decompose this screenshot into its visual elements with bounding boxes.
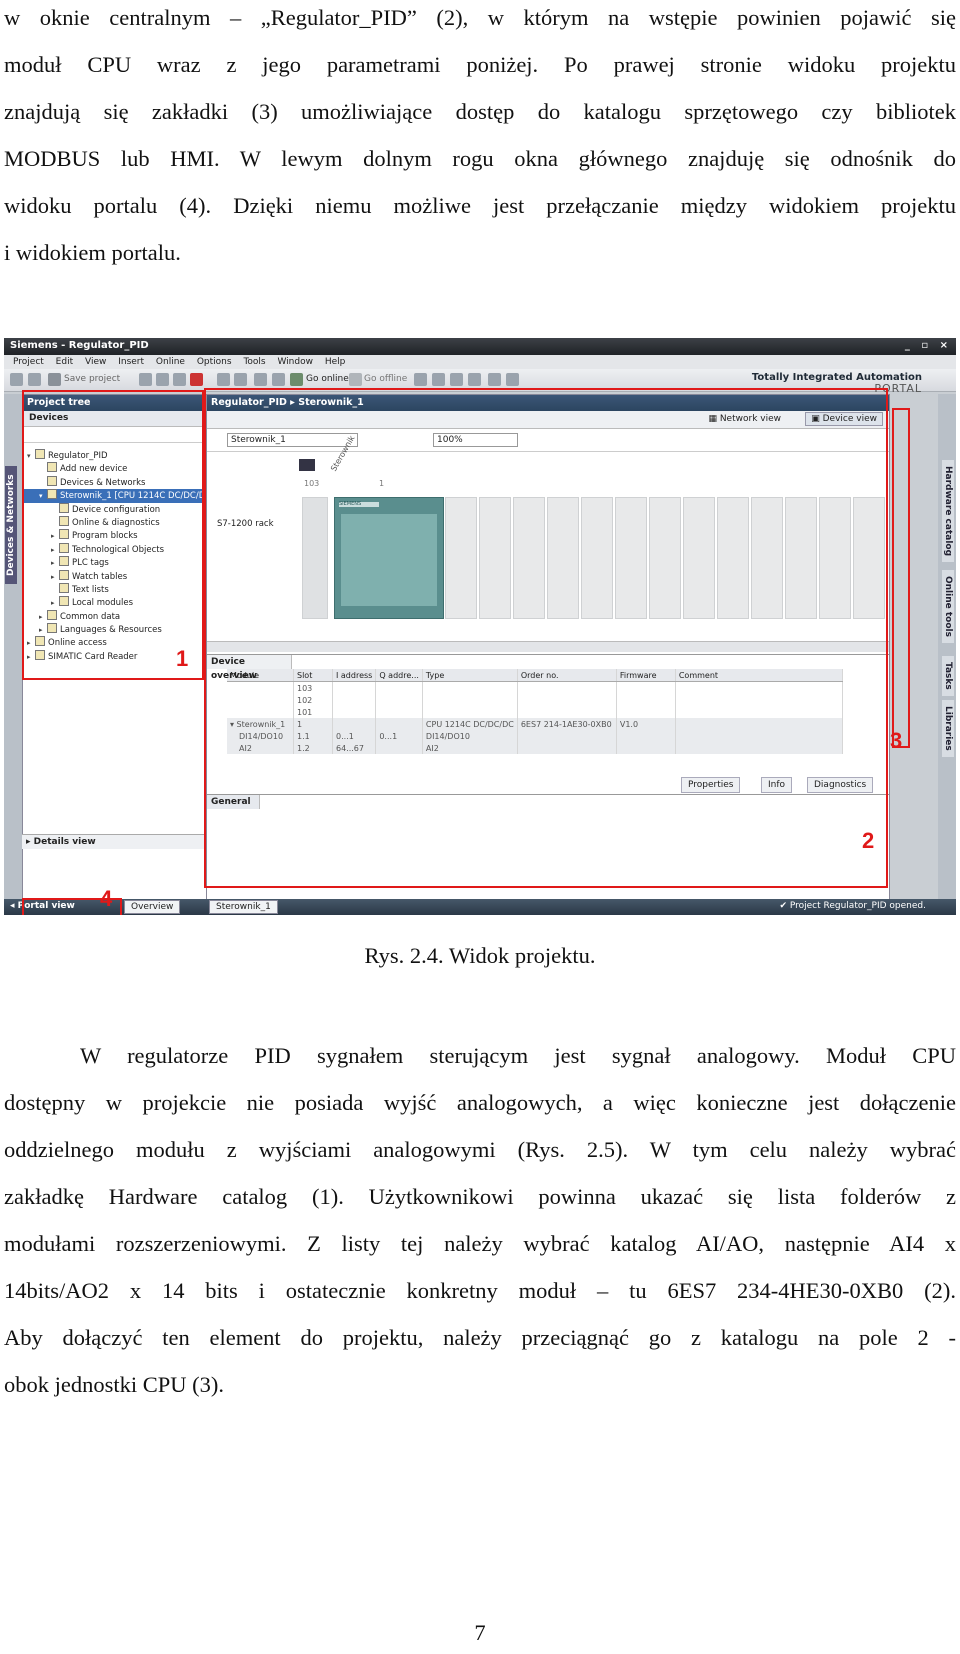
sterownik-button[interactable]: Sterownik_1	[209, 900, 278, 914]
tab-libraries[interactable]: Libraries	[942, 700, 954, 757]
go-offline-icon[interactable]	[349, 373, 362, 386]
cross-reference-icon[interactable]	[468, 373, 481, 386]
text-line: Aby dołączyć ten element do projektu, na…	[4, 1325, 956, 1350]
window-controls[interactable]: _ ▫ ×	[905, 340, 952, 351]
text-line: 14bits/AO2 x 14 bits i ostatecznie konkr…	[4, 1278, 956, 1303]
menu-window[interactable]: Window	[277, 355, 313, 369]
tab-online-tools[interactable]: Online tools	[942, 570, 954, 643]
download-icon[interactable]	[272, 373, 285, 386]
menu-tools[interactable]: Tools	[243, 355, 265, 369]
redo-icon[interactable]	[234, 373, 247, 386]
undo-icon[interactable]	[217, 373, 230, 386]
text-line: obok jednostki CPU (3).	[4, 1372, 225, 1397]
overview-button[interactable]: Overview	[124, 900, 181, 914]
tab-devices-networks[interactable]: Devices & Networks	[5, 466, 17, 584]
text-line: W regulatorze PID sygnałem sterującym je…	[80, 1043, 956, 1068]
save-icon[interactable]	[48, 373, 61, 386]
text-line: w oknie centralnym – „Regulator_PID” (2)…	[4, 5, 956, 30]
text-line: zakładkę Hardware catalog (1). Użytkowni…	[4, 1184, 956, 1209]
go-offline-button[interactable]: Go offline	[364, 374, 407, 384]
left-vertical-tabs: Devices & Networks	[4, 394, 22, 899]
tab-hardware-catalog[interactable]: Hardware catalog	[942, 460, 954, 563]
go-online-button[interactable]: Go online	[306, 374, 349, 384]
text-line: dostępny w projekcie nie posiada wyjść a…	[4, 1090, 956, 1115]
text-line: i widokiem portalu.	[4, 240, 181, 265]
status-bar: ◂ Portal view Overview Sterownik_1 ✔ Pro…	[4, 899, 956, 915]
split-vertical-icon[interactable]	[506, 373, 519, 386]
copy-icon[interactable]	[156, 373, 169, 386]
menu-help[interactable]: Help	[325, 355, 346, 369]
marker-box-1	[22, 390, 204, 680]
figure-caption: Rys. 2.4. Widok projektu.	[364, 943, 596, 968]
split-horizontal-icon[interactable]	[488, 373, 501, 386]
status-message: ✔ Project Regulator_PID opened.	[779, 901, 926, 911]
marker-box-2	[204, 388, 888, 888]
tia-portal-screenshot: Siemens - Regulator_PID _ ▫ × Project Ed…	[4, 338, 956, 915]
body-paragraph: W regulatorze PID sygnałem sterującym je…	[4, 1032, 956, 1408]
open-project-icon[interactable]	[28, 373, 41, 386]
delete-icon[interactable]	[190, 373, 203, 386]
details-view-toggle[interactable]: ▸ Details view	[22, 834, 210, 849]
marker-box-3	[892, 408, 910, 748]
compile-icon[interactable]	[254, 373, 267, 386]
menu-view[interactable]: View	[85, 355, 106, 369]
marker-number-3: 3	[890, 728, 903, 753]
text-line: moduł CPU wraz z jego parametrami poniże…	[4, 52, 956, 77]
intro-paragraph: w oknie centralnym – „Regulator_PID” (2)…	[4, 0, 956, 276]
text-line: widoku portalu (4). Dzięki niemu możliwe…	[4, 193, 956, 218]
window-titlebar: Siemens - Regulator_PID _ ▫ ×	[4, 338, 956, 355]
text-line: oddzielnego modułu z wyjściami analogowy…	[4, 1137, 956, 1162]
menu-edit[interactable]: Edit	[56, 355, 73, 369]
stop-cpu-icon[interactable]	[450, 373, 463, 386]
right-vertical-tabs: Hardware catalog Online tools Tasks Libr…	[938, 394, 956, 899]
page-number: 7	[474, 1620, 486, 1645]
menu-options[interactable]: Options	[197, 355, 232, 369]
text-line: modułami rozszerzeniowymi. Z listy tej n…	[4, 1231, 956, 1256]
marker-number-2: 2	[862, 828, 875, 853]
save-project-button[interactable]: Save project	[64, 374, 120, 384]
tab-tasks[interactable]: Tasks	[942, 656, 954, 696]
start-cpu-icon[interactable]	[432, 373, 445, 386]
go-online-icon[interactable]	[290, 373, 303, 386]
menu-insert[interactable]: Insert	[118, 355, 144, 369]
paste-icon[interactable]	[173, 373, 186, 386]
marker-number-4: 4	[100, 886, 113, 911]
new-project-icon[interactable]	[10, 373, 23, 386]
text-line: MODBUS lub HMI. W lewym dolnym rogu okna…	[4, 146, 956, 171]
accessible-devices-icon[interactable]	[414, 373, 427, 386]
cut-icon[interactable]	[139, 373, 152, 386]
menu-bar: Project Edit View Insert Online Options …	[4, 355, 956, 369]
text-line: znajdują się zakładki (3) umożliwiające …	[4, 99, 956, 124]
marker-number-1: 1	[176, 646, 189, 671]
menu-project[interactable]: Project	[13, 355, 44, 369]
window-title: Siemens - Regulator_PID	[10, 340, 149, 351]
menu-online[interactable]: Online	[156, 355, 185, 369]
